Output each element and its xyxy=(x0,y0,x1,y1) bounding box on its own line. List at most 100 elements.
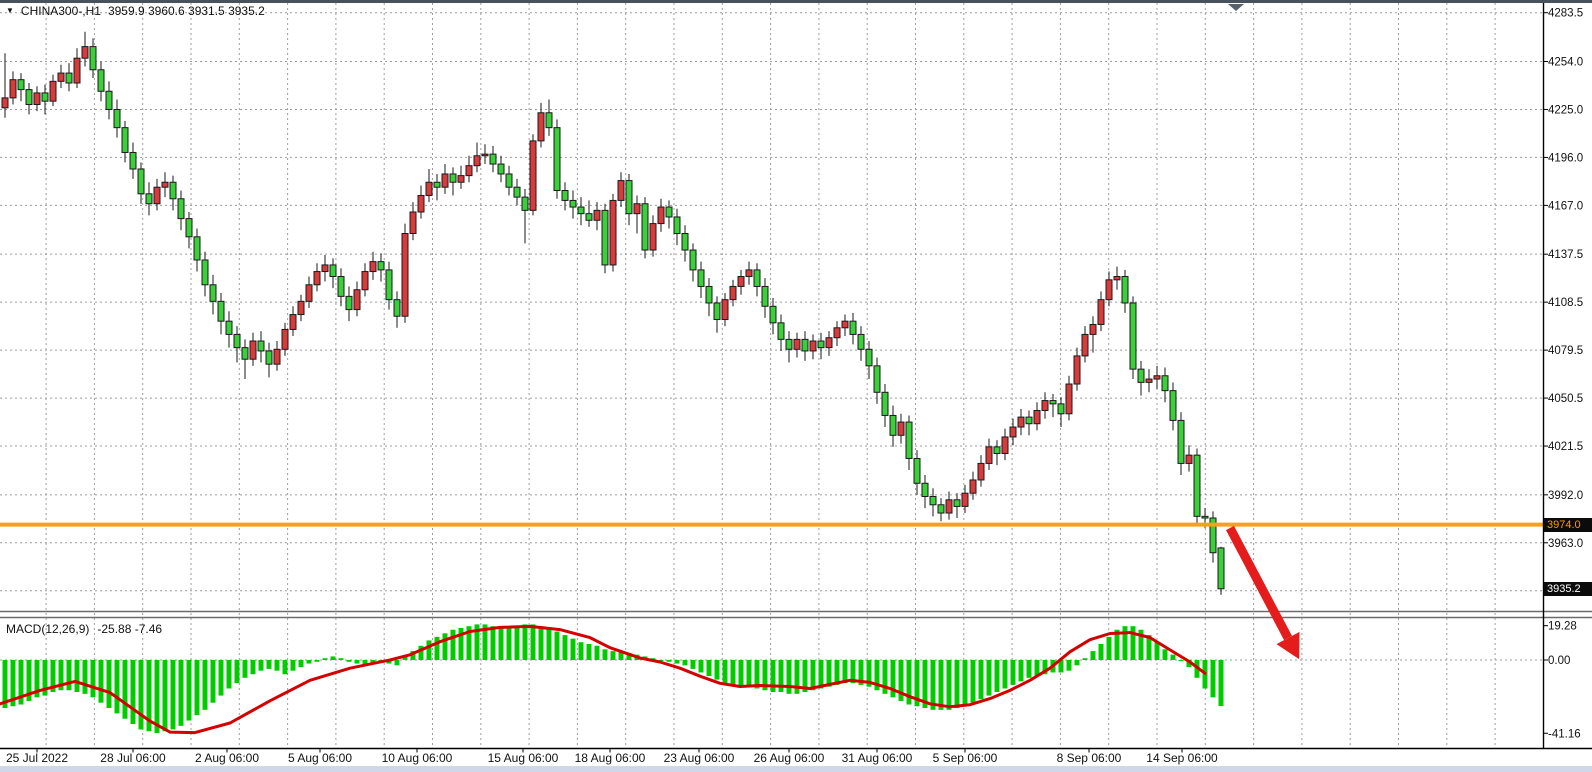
macd-bar xyxy=(515,626,520,660)
candle xyxy=(90,38,96,78)
candle xyxy=(298,295,304,321)
candle xyxy=(674,209,680,245)
axis-label: 10 Aug 06:00 xyxy=(382,751,453,765)
candle xyxy=(570,191,576,219)
macd-bar xyxy=(235,660,240,683)
macd-bar xyxy=(1219,660,1224,706)
current-price-badge: 3935.2 xyxy=(1544,582,1592,596)
price-axis-labels[interactable]: 4283.54254.04225.04196.04167.04137.54108… xyxy=(1543,8,1583,550)
macd-bar xyxy=(1163,649,1168,660)
candle xyxy=(242,339,248,379)
ohlc-readout: 3959.9 3960.6 3931.5 3935.2 xyxy=(108,4,265,18)
candle xyxy=(370,252,376,280)
trend-arrow[interactable] xyxy=(1230,528,1299,659)
candle xyxy=(18,73,24,101)
candles-layer xyxy=(2,32,1224,595)
candle xyxy=(58,65,64,88)
macd-bar xyxy=(1179,660,1184,661)
macd-bar xyxy=(739,660,744,687)
candle xyxy=(202,252,208,297)
macd-bar xyxy=(1091,651,1096,660)
candle xyxy=(66,63,72,91)
chart-canvas[interactable]: 4283.54254.04225.04196.04167.04137.54108… xyxy=(0,0,1592,772)
candle xyxy=(106,81,112,119)
macd-bar xyxy=(1003,660,1008,688)
macd-bar xyxy=(267,660,272,669)
candle xyxy=(658,199,664,232)
candle xyxy=(490,146,496,172)
candle xyxy=(338,268,344,306)
candle xyxy=(362,263,368,296)
axis-label: 5 Aug 06:00 xyxy=(288,751,352,765)
macd-bar xyxy=(1027,660,1032,678)
macd-bar xyxy=(987,660,992,696)
candle xyxy=(882,384,888,427)
candle xyxy=(922,475,928,508)
candle xyxy=(122,121,128,162)
axis-label: 25 Jul 2022 xyxy=(6,751,68,765)
candle xyxy=(1218,547,1224,595)
candle xyxy=(1154,366,1160,389)
macd-bar xyxy=(1131,626,1136,660)
macd-bar xyxy=(571,639,576,660)
candle xyxy=(50,75,56,106)
candle xyxy=(970,472,976,500)
macd-bar xyxy=(395,660,400,665)
candle xyxy=(1162,367,1168,402)
candle xyxy=(586,200,592,226)
candle xyxy=(594,202,600,230)
chart-shift-marker-icon[interactable] xyxy=(1228,4,1244,11)
candle xyxy=(642,197,648,258)
macd-bar xyxy=(491,626,496,660)
candle xyxy=(898,414,904,444)
candle xyxy=(1170,382,1176,430)
macd-bar xyxy=(955,660,960,708)
candle xyxy=(946,492,952,520)
macd-bar xyxy=(691,660,696,669)
macd-bar xyxy=(595,646,600,660)
macd-axis-labels[interactable]: 19.280.00-41.16 xyxy=(1543,621,1581,741)
candle xyxy=(530,134,536,215)
candle xyxy=(834,321,840,346)
candle xyxy=(602,204,608,273)
candle xyxy=(314,263,320,291)
macd-bar xyxy=(251,660,256,674)
candle xyxy=(706,278,712,316)
chart-window[interactable]: 4283.54254.04225.04196.04167.04137.54108… xyxy=(0,0,1592,772)
macd-bar xyxy=(435,637,440,660)
macd-name: MACD(12,26,9) xyxy=(6,622,89,636)
candle xyxy=(1138,361,1144,396)
macd-bar xyxy=(291,660,296,671)
macd-bar xyxy=(683,660,688,665)
candle xyxy=(994,440,1000,465)
macd-bar xyxy=(931,660,936,710)
axis-label: 14 Sep 06:00 xyxy=(1146,751,1218,765)
macd-bar xyxy=(275,660,280,671)
axis-label: 4167.0 xyxy=(1548,200,1583,212)
time-axis-labels[interactable]: 25 Jul 202228 Jul 06:002 Aug 06:005 Aug … xyxy=(6,749,1218,766)
candle xyxy=(1026,410,1032,435)
candle xyxy=(282,323,288,356)
macd-bar xyxy=(939,660,944,710)
candle xyxy=(906,415,912,470)
candle xyxy=(34,86,40,111)
candle xyxy=(1114,267,1120,290)
macd-bar xyxy=(451,630,456,660)
candle xyxy=(378,253,384,281)
macd-bar xyxy=(427,640,432,660)
candle xyxy=(74,48,80,88)
candle xyxy=(1210,511,1216,562)
candle xyxy=(794,333,800,358)
macd-bar xyxy=(499,628,504,660)
candle xyxy=(562,182,568,210)
candle xyxy=(554,119,560,198)
axis-label: 5 Sep 06:00 xyxy=(933,751,998,765)
candle xyxy=(290,306,296,336)
macd-bar xyxy=(611,651,616,660)
symbol-dropdown-icon[interactable]: ▼ xyxy=(6,6,14,16)
axis-label: 4021.5 xyxy=(1548,441,1583,453)
axis-label: 4137.5 xyxy=(1548,249,1583,261)
candle xyxy=(810,334,816,359)
candle xyxy=(258,331,264,362)
candle xyxy=(546,100,552,136)
